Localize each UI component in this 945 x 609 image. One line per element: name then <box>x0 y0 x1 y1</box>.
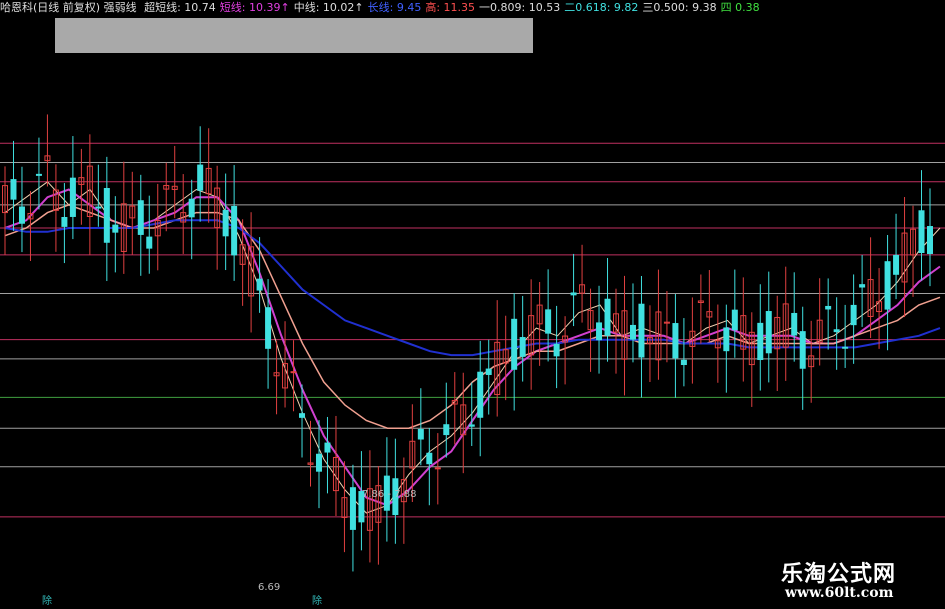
candle-body-34 <box>290 371 297 374</box>
candle-body-108 <box>918 210 925 254</box>
low-price-label: 6.69 <box>258 582 280 593</box>
range-price-label: 7.86 - 7.88 <box>362 489 417 500</box>
candle-body-97 <box>825 305 832 310</box>
candle-body-89 <box>757 322 764 361</box>
candle-body-37 <box>315 453 322 472</box>
candle-body-85 <box>723 327 730 352</box>
candle-body-49 <box>417 429 424 440</box>
watermark-url: www.60lt.com <box>785 585 894 601</box>
candle-body-41 <box>349 487 356 530</box>
candle-body-35 <box>299 413 306 418</box>
candle-body-101 <box>859 284 866 288</box>
candle-body-109 <box>927 226 933 254</box>
candle-body-1 <box>10 179 17 200</box>
candle-body-12 <box>103 188 110 243</box>
candle-body-11 <box>95 206 102 209</box>
candle-body-51 <box>434 467 441 470</box>
candle-body-94 <box>799 331 806 369</box>
header-item-1: 短线: 10.39↑ <box>219 1 290 14</box>
candle-body-2 <box>18 206 25 224</box>
candlestick-chart[interactable]: 13.186.697.86 - 7.88 <box>0 0 945 609</box>
candle-body-90 <box>765 311 772 354</box>
header-item-4: 高: 11.35 <box>425 1 476 14</box>
candle-body-16 <box>137 200 144 235</box>
header-item-5: 一0.809: 10.53 <box>479 1 561 14</box>
candle-body-104 <box>884 261 891 310</box>
header-item-3: 长线: 9.45 <box>367 1 422 14</box>
candle-body-4 <box>35 173 42 176</box>
candle-body-17 <box>146 236 153 249</box>
candle-body-8 <box>69 177 76 217</box>
candle-body-13 <box>112 224 119 233</box>
ma-line-medium <box>4 204 941 429</box>
header-item-8: 四 0.38 <box>720 1 760 14</box>
candle-body-105 <box>893 254 900 275</box>
candle-body-98 <box>833 329 840 333</box>
candle-body-75 <box>638 303 645 358</box>
candle-body-7 <box>61 217 68 227</box>
candle-body-50 <box>426 452 433 465</box>
candle-body-64 <box>545 309 552 334</box>
candle-body-30 <box>256 278 263 291</box>
stock-chart-window: 13.186.697.86 - 7.88 哈恩科(日线 前复权) 强弱线 超短线… <box>0 0 945 609</box>
tooltip-overlay <box>55 18 533 53</box>
indicator-header: 哈恩科(日线 前复权) 强弱线 超短线: 10.74 短线: 10.39↑ 中线: … <box>0 0 945 16</box>
candle-body-55 <box>468 424 475 427</box>
candle-body-23 <box>197 164 204 191</box>
ex-dividend-marker-mid[interactable]: 除 <box>312 592 322 607</box>
candle-body-26 <box>222 209 229 237</box>
header-title: 哈恩科(日线 前复权) 强弱线 <box>0 1 137 14</box>
candle-body-31 <box>265 307 272 349</box>
header-item-6: 二0.618: 9.82 <box>564 1 639 14</box>
candle-body-67 <box>570 292 577 296</box>
candle-body-80 <box>680 359 687 366</box>
watermark-title: 乐淘公式网 <box>781 562 897 587</box>
candle-body-61 <box>519 337 526 357</box>
header-item-2: 中线: 10.02↑ <box>293 1 364 14</box>
candle-body-71 <box>604 298 611 336</box>
candle-body-52 <box>443 424 450 436</box>
candle-body-57 <box>485 368 492 375</box>
candle-body-93 <box>791 312 798 336</box>
header-item-7: 三0.500: 9.38 <box>642 1 717 14</box>
candle-body-56 <box>477 371 484 418</box>
candle-body-79 <box>672 323 679 359</box>
header-item-0: 超短线: 10.74 <box>144 1 216 14</box>
candle-body-65 <box>553 343 560 357</box>
candle-body-38 <box>324 442 331 453</box>
candle-body-27 <box>231 205 238 256</box>
candle-body-86 <box>731 309 738 331</box>
candle-body-70 <box>596 322 603 341</box>
candle-body-74 <box>629 324 636 340</box>
candle-body-22 <box>188 198 195 218</box>
ex-dividend-marker-left[interactable]: 除 <box>42 592 52 607</box>
candle-body-60 <box>511 318 518 370</box>
candle-body-99 <box>842 346 849 349</box>
header-items: 超短线: 10.74 短线: 10.39↑ 中线: 10.02↑ 长线: 9.45 高:… <box>144 1 764 14</box>
candle-body-100 <box>850 304 857 326</box>
